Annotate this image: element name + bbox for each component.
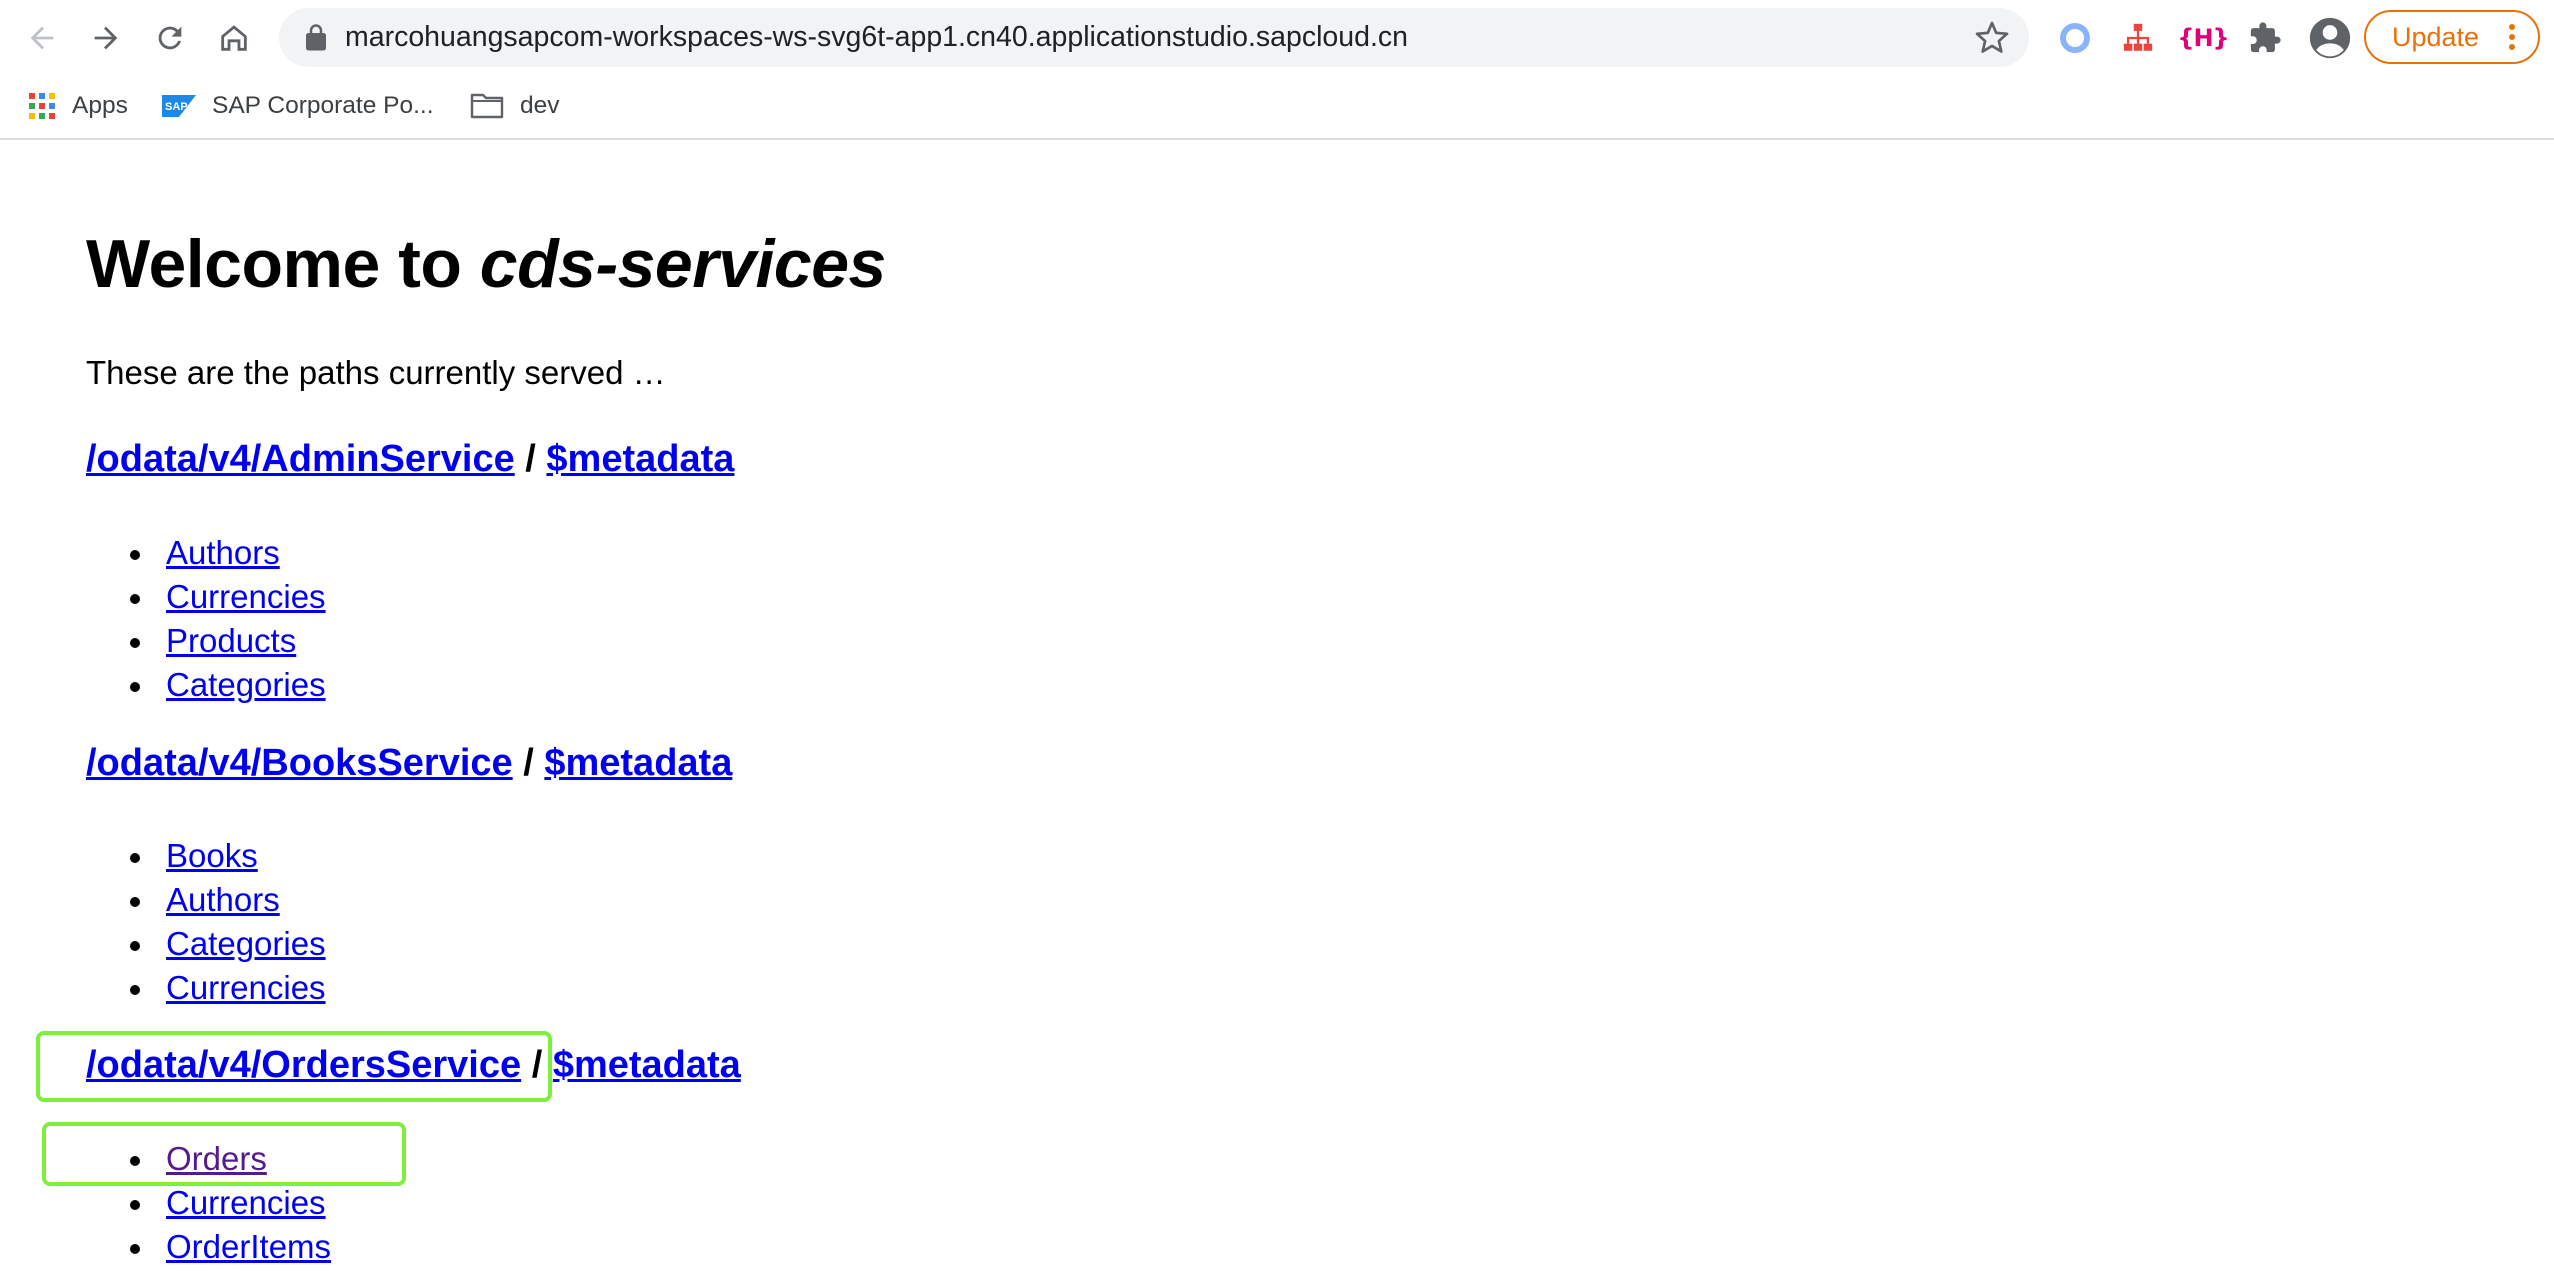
entity-link-orderitems[interactable]: OrderItems: [166, 1225, 331, 1269]
list-item: Currencies: [0, 1181, 800, 1225]
svg-text:SAP: SAP: [165, 101, 188, 113]
extension-h-icon[interactable]: {H}: [2177, 18, 2229, 58]
back-button[interactable]: [18, 14, 66, 62]
list-item: Authors: [0, 531, 800, 575]
profile-avatar-icon[interactable]: [2307, 15, 2353, 61]
bullet: [130, 682, 140, 692]
service-heading-books: /odata/v4/BooksService / $metadata: [86, 742, 733, 784]
entity-link-products[interactable]: Products: [166, 619, 296, 663]
page-content: Welcome to cds-services These are the pa…: [0, 140, 2554, 1278]
list-item: Currencies: [0, 575, 800, 619]
extension-sitemap-icon[interactable]: [2118, 18, 2158, 58]
more-vert-icon: [2509, 24, 2515, 50]
bullet: [130, 638, 140, 648]
browser-toolbar: marcohuangsapcom-workspaces-ws-svg6t-app…: [0, 0, 2554, 76]
intro-text: These are the paths currently served …: [86, 354, 666, 391]
entity-link-authors[interactable]: Authors: [166, 878, 280, 922]
bullet: [130, 594, 140, 604]
books-entity-list: Books Authors Categories Currencies: [0, 834, 800, 1010]
bullet: [130, 897, 140, 907]
list-item: Products: [0, 619, 800, 663]
books-service-link[interactable]: /odata/v4/BooksService: [86, 742, 513, 784]
page-title: Welcome to cds-services: [86, 226, 887, 302]
page-title-app-name: cds-services: [479, 226, 887, 302]
highlight-box-orders-entity: [42, 1122, 406, 1186]
forward-arrow-icon: [94, 26, 118, 50]
entity-link-currencies[interactable]: Currencies: [166, 1181, 326, 1225]
orders-metadata-link[interactable]: $metadata: [553, 1044, 741, 1086]
back-arrow-icon: [30, 26, 54, 50]
books-metadata-link[interactable]: $metadata: [544, 742, 732, 784]
extensions-puzzle-icon[interactable]: [2245, 18, 2285, 58]
entity-link-currencies[interactable]: Currencies: [166, 966, 326, 1010]
entity-link-categories[interactable]: Categories: [166, 922, 326, 966]
extension-circle-icon[interactable]: [2055, 18, 2095, 58]
list-item: Categories: [0, 663, 800, 707]
admin-metadata-link[interactable]: $metadata: [546, 438, 734, 480]
list-item: Currencies: [0, 966, 800, 1010]
address-bar[interactable]: marcohuangsapcom-workspaces-ws-svg6t-app…: [279, 8, 2029, 67]
bullet: [130, 941, 140, 951]
bullet: [130, 1200, 140, 1210]
highlight-box-orders-service: [36, 1031, 552, 1102]
reload-icon: [158, 26, 182, 50]
bullet: [130, 985, 140, 995]
bookmark-sap-corporate[interactable]: SAP SAP Corporate Po...: [162, 86, 434, 126]
home-icon: [221, 25, 247, 51]
home-button[interactable]: [210, 14, 258, 62]
url-text: marcohuangsapcom-workspaces-ws-svg6t-app…: [345, 21, 1408, 53]
entity-link-books[interactable]: Books: [166, 834, 258, 878]
bookmark-apps[interactable]: Apps: [28, 86, 128, 126]
bullet: [130, 1244, 140, 1254]
list-item: OrderItems: [0, 1225, 800, 1269]
lock-icon: [306, 24, 326, 51]
entity-link-categories[interactable]: Categories: [166, 663, 326, 707]
bookmarks-bar: Apps SAP SAP Corporate Po... dev: [0, 76, 2554, 140]
admin-entity-list: Authors Currencies Products Categories: [0, 531, 800, 707]
bookmark-star-icon[interactable]: [1974, 20, 2010, 56]
list-item: Authors: [0, 878, 800, 922]
apps-grid-icon: [28, 92, 56, 120]
forward-button[interactable]: [82, 14, 130, 62]
bullet: [130, 853, 140, 863]
admin-service-link[interactable]: /odata/v4/AdminService: [86, 438, 515, 480]
service-heading-admin: /odata/v4/AdminService / $metadata: [86, 438, 735, 480]
update-button[interactable]: Update: [2364, 10, 2540, 64]
folder-icon: [470, 92, 504, 120]
entity-link-currencies[interactable]: Currencies: [166, 575, 326, 619]
bookmark-dev-folder[interactable]: dev: [470, 86, 560, 126]
bullet: [130, 550, 140, 560]
entity-link-authors[interactable]: Authors: [166, 531, 280, 575]
sap-logo-icon: SAP: [162, 95, 196, 117]
list-item: Categories: [0, 922, 800, 966]
list-item: Books: [0, 834, 800, 878]
reload-button[interactable]: [146, 14, 194, 62]
